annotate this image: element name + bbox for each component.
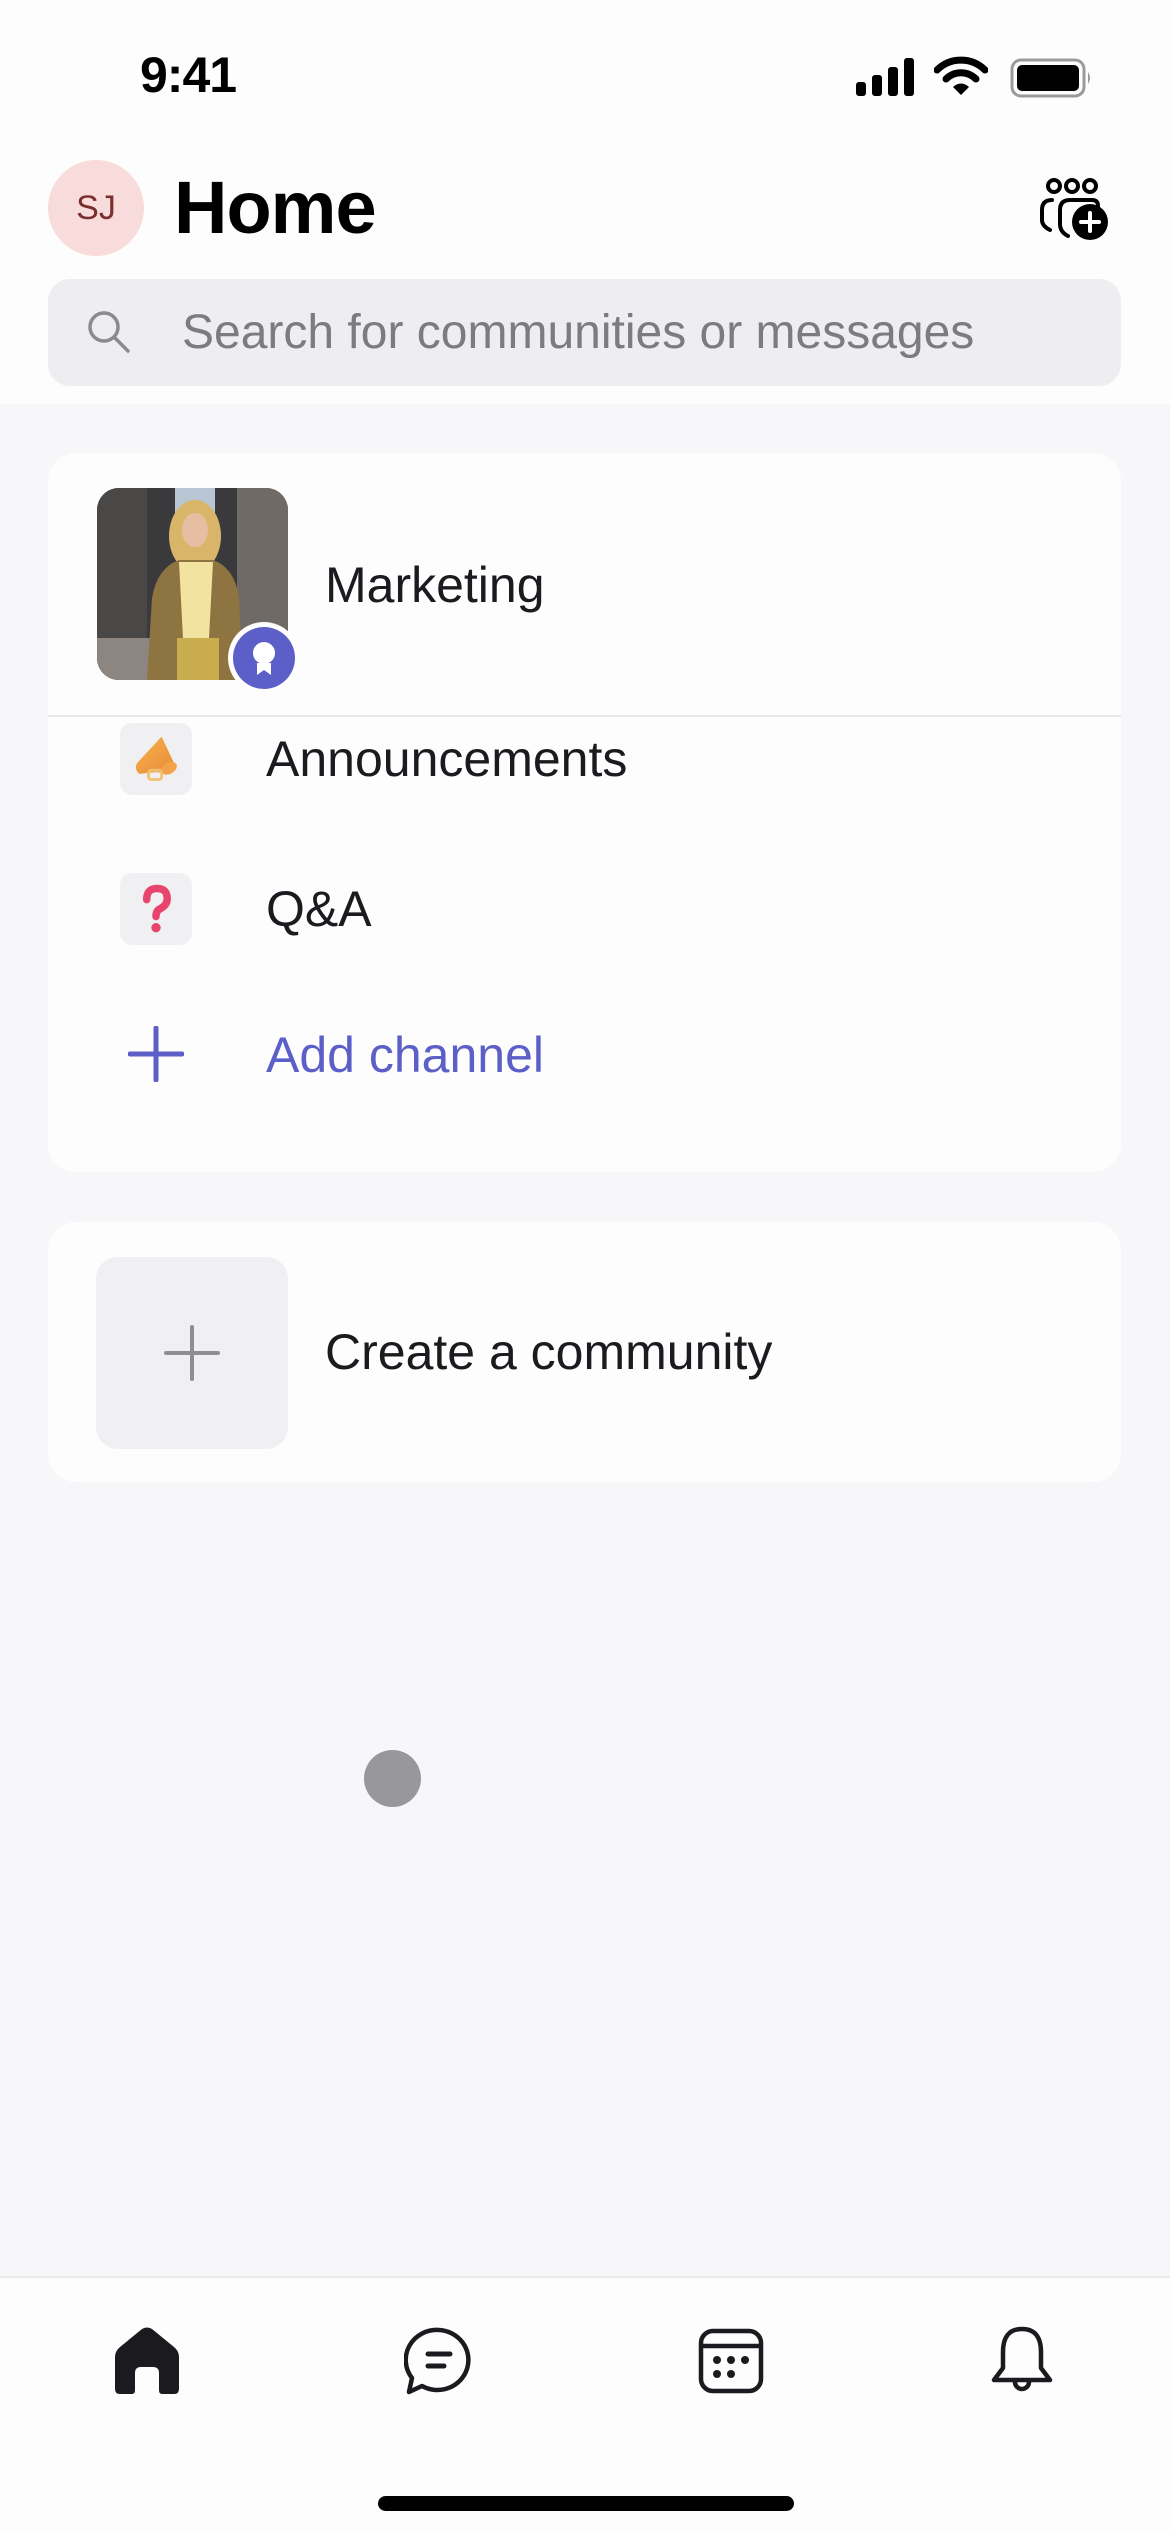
ribbon-award-icon bbox=[253, 642, 275, 675]
community-card: Marketing Announcements Q&A Add channel bbox=[48, 453, 1121, 1172]
question-mark-icon bbox=[142, 884, 171, 933]
channel-item-qa[interactable]: Q&A bbox=[48, 854, 1121, 964]
tab-bar bbox=[0, 2276, 1170, 2534]
wifi-icon bbox=[934, 56, 988, 95]
channel-item-announcements[interactable]: Announcements bbox=[48, 704, 1121, 814]
create-community-tile bbox=[96, 1257, 288, 1449]
add-community-button[interactable] bbox=[1036, 176, 1112, 244]
add-community-icon bbox=[1040, 178, 1108, 240]
tab-home[interactable] bbox=[92, 2316, 202, 2406]
search-bar[interactable] bbox=[48, 279, 1121, 386]
plus-icon bbox=[164, 1325, 220, 1381]
search-input[interactable] bbox=[182, 279, 1082, 386]
create-community-card[interactable]: Create a community bbox=[48, 1222, 1121, 1482]
tab-activity[interactable] bbox=[967, 2316, 1077, 2406]
megaphone-icon bbox=[135, 736, 177, 781]
channel-label: Q&A bbox=[266, 881, 372, 937]
page-title: Home bbox=[174, 166, 377, 249]
home-indicator bbox=[378, 2496, 794, 2511]
tab-chat[interactable] bbox=[384, 2316, 494, 2406]
bell-icon bbox=[991, 2326, 1053, 2392]
cellular-signal-icon bbox=[856, 58, 914, 96]
status-time: 9:41 bbox=[140, 47, 237, 103]
channel-icon-tile bbox=[120, 723, 192, 795]
avatar[interactable]: SJ bbox=[48, 160, 144, 256]
community-name[interactable]: Marketing bbox=[325, 537, 545, 633]
touch-indicator bbox=[364, 1750, 421, 1807]
avatar-initials: SJ bbox=[76, 188, 116, 227]
channel-label: Announcements bbox=[266, 731, 628, 787]
plus-icon bbox=[128, 1026, 184, 1082]
home-icon bbox=[115, 2327, 179, 2394]
battery-icon bbox=[1010, 58, 1090, 98]
channel-icon-tile bbox=[120, 873, 192, 945]
community-badge bbox=[228, 622, 300, 694]
add-channel-label: Add channel bbox=[266, 1027, 545, 1083]
chat-icon bbox=[404, 2327, 471, 2395]
add-channel-button[interactable]: Add channel bbox=[48, 1000, 1121, 1110]
create-community-label: Create a community bbox=[325, 1324, 773, 1380]
search-icon bbox=[88, 311, 130, 353]
tab-calendar[interactable] bbox=[676, 2316, 786, 2406]
calendar-icon bbox=[698, 2328, 764, 2394]
